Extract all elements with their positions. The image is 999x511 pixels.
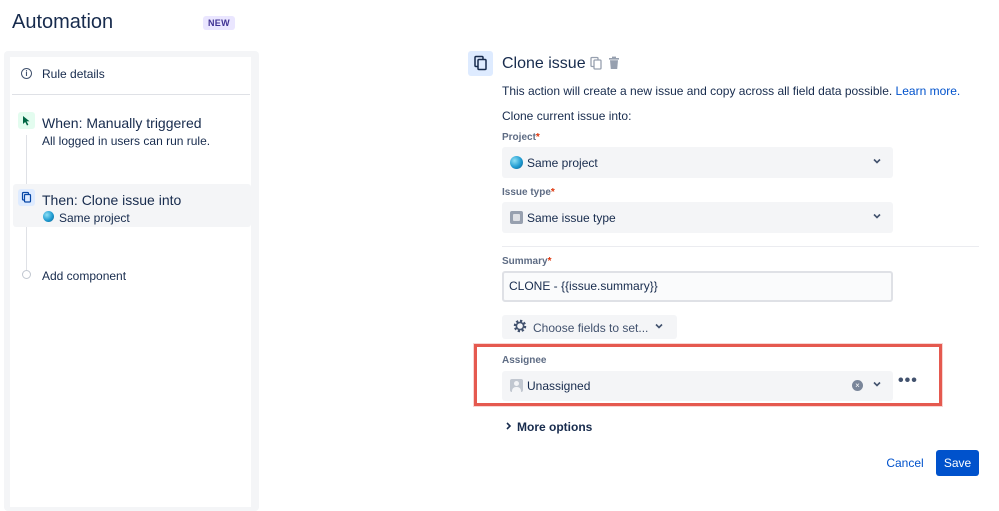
chevron-down-icon (654, 321, 664, 334)
required-marker: * (547, 256, 552, 267)
project-select-value: Same project (527, 156, 598, 170)
rule-details-label[interactable]: Rule details (42, 67, 105, 81)
issue-type-icon (510, 211, 523, 224)
assignee-select-value: Unassigned (527, 379, 591, 393)
choose-fields-label[interactable]: Choose fields to set... (533, 321, 648, 335)
issue-type-select-value: Same issue type (527, 211, 616, 225)
summary-label: Summary* (502, 256, 551, 267)
page-title: Automation (12, 11, 114, 33)
avatar (510, 379, 523, 392)
panel-title: Clone issue (502, 55, 586, 72)
cursor-icon (18, 112, 35, 129)
summary-input[interactable]: CLONE - {{issue.summary}} (502, 271, 893, 302)
panel-description: This action will create a new issue and … (502, 84, 960, 98)
trash-icon[interactable] (607, 56, 621, 75)
summary-label-text: Summary (502, 256, 548, 267)
cancel-button[interactable]: Cancel (880, 451, 930, 475)
project-label-text: Project (502, 132, 536, 143)
clear-icon[interactable]: × (852, 380, 863, 391)
chevron-down-icon[interactable] (872, 156, 882, 169)
copy-icon (468, 51, 493, 76)
new-badge: NEW (203, 16, 235, 30)
action-item-title[interactable]: Then: Clone issue into (42, 192, 181, 208)
project-label: Project* (502, 132, 540, 143)
gear-icon (512, 318, 528, 338)
clone-into-label: Clone current issue into: (502, 109, 632, 123)
more-options-toggle[interactable]: More options (517, 420, 592, 434)
description-text: This action will create a new issue and … (502, 84, 893, 98)
save-button[interactable]: Save (936, 450, 979, 476)
divider (502, 246, 979, 247)
issue-type-label-text: Issue type (502, 187, 551, 198)
chevron-right-icon[interactable] (504, 421, 513, 434)
required-marker: * (550, 187, 555, 198)
chevron-down-icon[interactable] (872, 379, 882, 392)
chevron-down-icon[interactable] (872, 211, 882, 224)
divider (12, 94, 250, 95)
more-icon[interactable]: ••• (898, 372, 918, 390)
issue-type-label: Issue type* (502, 187, 555, 198)
trigger-item-title[interactable]: When: Manually triggered (42, 115, 202, 131)
learn-more-link[interactable]: Learn more. (896, 84, 961, 98)
assignee-label: Assignee (502, 355, 547, 366)
copy-icon[interactable] (589, 56, 603, 75)
project-icon (510, 156, 523, 169)
required-marker: * (535, 132, 540, 143)
info-icon: i (21, 68, 32, 79)
add-component-dot (22, 270, 31, 279)
project-icon (43, 211, 54, 222)
copy-icon (18, 189, 35, 206)
action-item-subtitle: Same project (59, 211, 130, 225)
trigger-item-subtitle: All logged in users can run rule. (42, 134, 211, 148)
add-component-link[interactable]: Add component (42, 269, 126, 283)
